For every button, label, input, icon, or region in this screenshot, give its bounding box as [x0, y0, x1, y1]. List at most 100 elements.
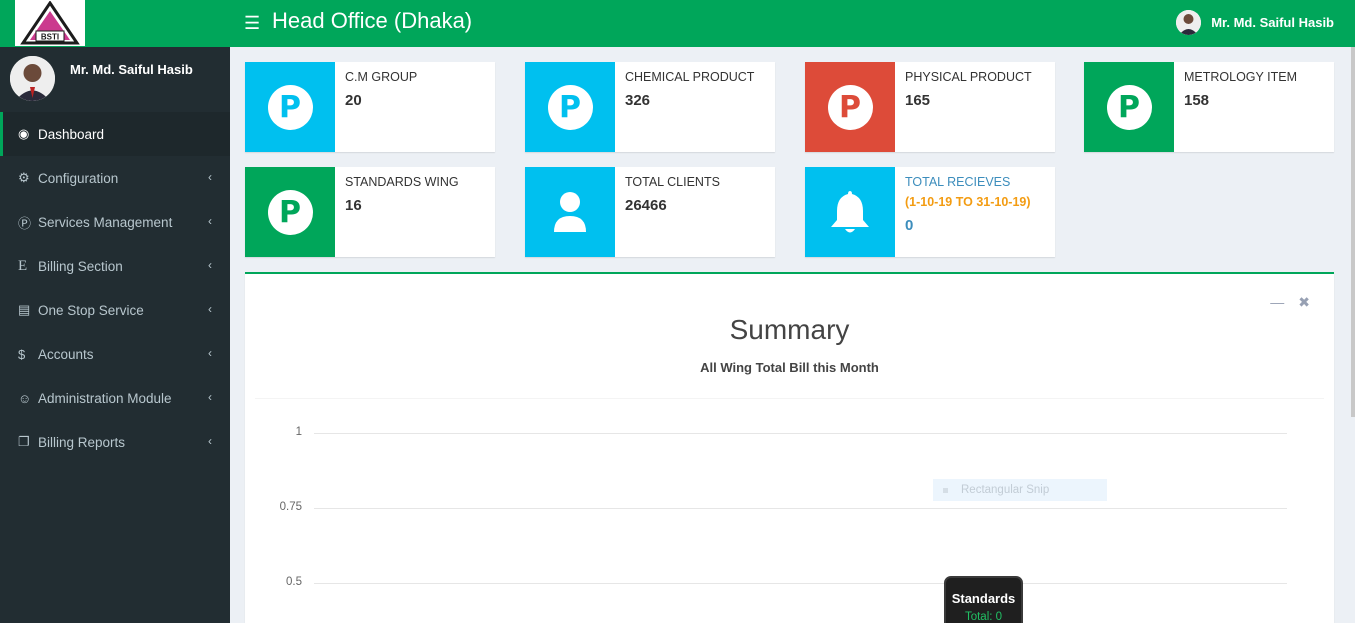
p-circle-icon: P: [547, 84, 593, 130]
chevron-left-icon: ‹: [208, 214, 212, 228]
info-box-value: 326: [625, 92, 651, 109]
info-box-total-recieves[interactable]: TOTAL RECIEVES (1-10-19 TO 31-10-19) 0: [805, 167, 1055, 257]
tooltip-value: Total: 0: [964, 611, 1003, 623]
avatar: [1176, 10, 1202, 35]
info-box-value: 20: [345, 92, 362, 109]
copy-icon: ❐: [18, 434, 30, 449]
sidebar-item-label: Billing Reports: [38, 434, 126, 450]
info-box-label: C.M GROUP: [345, 70, 418, 84]
grid-line: [314, 583, 1287, 584]
bsti-logo[interactable]: BSTI: [15, 0, 85, 46]
info-box-label: METROLOGY ITEM: [1184, 70, 1297, 84]
sidebar-item-billing-section[interactable]: E Billing Section ‹: [0, 244, 230, 288]
grid-line: [314, 433, 1287, 434]
info-box-icon-bg: P: [525, 62, 615, 152]
svg-text:BSTI: BSTI: [41, 33, 59, 42]
p-circle-icon: P: [827, 84, 873, 130]
sidebar-item-billing-reports[interactable]: ❐ Billing Reports ‹: [0, 420, 230, 464]
summary-title: Summary: [729, 314, 850, 345]
info-box-icon-bg: [805, 167, 895, 257]
bell-icon: [831, 191, 869, 233]
info-box-value: 26466: [625, 197, 667, 214]
sidebar-item-label: Services Management: [38, 214, 173, 230]
square-icon: [943, 487, 948, 493]
info-box-value: 0: [905, 217, 914, 234]
summary-subtitle: All Wing Total Bill this Month: [700, 360, 879, 375]
y-tick-label: 0.75: [279, 501, 302, 513]
info-box-value: 158: [1184, 92, 1210, 109]
sidebar-item-one-stop-service[interactable]: ▤ One Stop Service ‹: [0, 288, 230, 332]
summary-panel: — ✖ Summary All Wing Total Bill this Mon…: [245, 272, 1334, 623]
info-box-icon-bg: [525, 167, 615, 257]
y-tick-label: 1: [295, 426, 302, 438]
info-box-total-clients[interactable]: TOTAL CLIENTS 26466: [525, 167, 775, 257]
menu-toggle-icon[interactable]: ☰: [244, 13, 260, 34]
user-name: Mr. Md. Saiful Hasib: [70, 62, 193, 77]
sidebar-item-services-management[interactable]: Ⓟ Services Management ‹: [0, 200, 230, 244]
p-circle-icon: P: [1106, 84, 1152, 130]
info-box-icon-bg: P: [805, 62, 895, 152]
list-icon: ▤: [18, 302, 31, 317]
snip-overlay-label: Rectangular Snip: [933, 479, 1107, 501]
user-panel: Mr. Md. Saiful Hasib: [0, 47, 230, 112]
info-box-label: PHYSICAL PRODUCT: [905, 70, 1032, 84]
summary-chart: 1 0.75 0.5: [245, 404, 1334, 623]
info-box-label: CHEMICAL PRODUCT: [625, 70, 755, 84]
info-box-value: 16: [345, 197, 362, 214]
sidebar-item-accounts[interactable]: $ Accounts ‹: [0, 332, 230, 376]
snip-overlay-text: Rectangular Snip: [961, 484, 1050, 496]
sidebar-item-dashboard[interactable]: ◉ Dashboard: [0, 112, 230, 156]
chevron-left-icon: ‹: [208, 302, 212, 316]
dashboard-icon: ◉: [18, 126, 30, 141]
chevron-left-icon: ‹: [208, 346, 212, 360]
info-box-icon-bg: P: [245, 62, 335, 152]
grid-line: [314, 508, 1287, 509]
close-icon[interactable]: ✖: [1298, 294, 1310, 311]
sidebar-item-label: Accounts: [38, 346, 94, 362]
minimize-icon[interactable]: —: [1270, 294, 1284, 311]
chevron-left-icon: ‹: [208, 170, 212, 184]
sidebar-item-administration-module[interactable]: ☺ Administration Module ‹: [0, 376, 230, 420]
chevron-left-icon: ‹: [208, 390, 212, 404]
user-name: Mr. Md. Saiful Hasib: [1211, 15, 1334, 30]
info-box-date-range: (1-10-19 TO 31-10-19): [905, 195, 1031, 209]
info-box-icon-bg: P: [245, 167, 335, 257]
info-box-label: TOTAL RECIEVES: [905, 175, 1011, 189]
sidebar: Mr. Md. Saiful Hasib ◉ Dashboard ⚙ Confi…: [0, 47, 230, 623]
user-circle-icon: ☺: [18, 390, 32, 406]
dollar-icon: $: [18, 346, 26, 362]
user-icon: [554, 192, 586, 232]
cogs-icon: ⚙: [18, 170, 30, 185]
info-box-metrology-item[interactable]: P METROLOGY ITEM 158: [1084, 62, 1334, 152]
p-circle-icon: P: [267, 189, 313, 235]
tooltip-title: Standards: [951, 591, 1016, 606]
info-box-label: TOTAL CLIENTS: [625, 175, 720, 189]
chart-tooltip: Standards Total: 0: [944, 576, 1023, 623]
top-navbar: ☰ Head Office (Dhaka) Mr. Md. Saiful Has…: [230, 0, 1355, 47]
divider: [255, 398, 1324, 399]
sidebar-item-label: Configuration: [38, 170, 119, 186]
p-circle-icon: Ⓟ: [18, 215, 32, 231]
info-box-icon-bg: P: [1084, 62, 1174, 152]
p-circle-icon: P: [267, 84, 313, 130]
info-box-physical-product[interactable]: P PHYSICAL PRODUCT 165: [805, 62, 1055, 152]
sidebar-item-label: One Stop Service: [38, 302, 144, 318]
scrollbar[interactable]: [1351, 47, 1355, 417]
sidebar-item-label: Dashboard: [38, 126, 105, 142]
info-box-label: STANDARDS WING: [345, 175, 459, 189]
sidebar-item-label: Administration Module: [38, 390, 172, 406]
chevron-left-icon: ‹: [208, 258, 212, 272]
info-box-standards-wing[interactable]: P STANDARDS WING 16: [245, 167, 495, 257]
box-tools: — ✖: [1270, 294, 1310, 311]
sidebar-item-configuration[interactable]: ⚙ Configuration ‹: [0, 156, 230, 200]
sidebar-item-label: Billing Section: [38, 258, 123, 274]
user-menu[interactable]: Mr. Md. Saiful Hasib: [1176, 10, 1334, 35]
chevron-left-icon: ‹: [208, 434, 212, 448]
info-box-cm-group[interactable]: P C.M GROUP 20: [245, 62, 495, 152]
info-box-value: 165: [905, 92, 931, 109]
page-title: Head Office (Dhaka): [272, 8, 473, 33]
avatar: [10, 56, 55, 101]
info-box-chemical-product[interactable]: P CHEMICAL PRODUCT 326: [525, 62, 775, 152]
y-tick-label: 0.5: [286, 576, 302, 588]
e-letter-icon: E: [18, 257, 28, 274]
